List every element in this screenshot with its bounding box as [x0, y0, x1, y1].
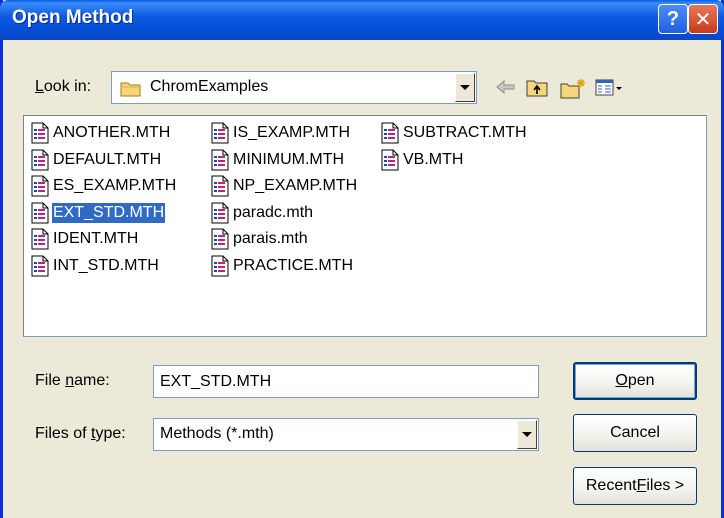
folder-icon	[120, 82, 141, 97]
close-icon: ✕	[694, 8, 712, 31]
file-item[interactable]: VB.MTH	[380, 148, 464, 172]
new-folder-icon[interactable]	[560, 78, 586, 100]
up-folder-icon[interactable]	[526, 78, 550, 98]
file-name-label: File name:	[35, 372, 110, 389]
method-file-icon	[31, 255, 49, 276]
files-of-type-dropdown-button[interactable]	[517, 420, 537, 449]
file-item[interactable]: parais.mth	[210, 227, 309, 251]
look-in-label: Look in:	[35, 78, 92, 95]
file-item[interactable]: PRACTICE.MTH	[210, 254, 354, 278]
method-file-icon	[31, 175, 49, 197]
method-file-icon	[211, 175, 229, 197]
method-file-icon	[211, 228, 229, 250]
method-file-icon	[211, 122, 229, 144]
file-name-text: ANOTHER.MTH	[53, 124, 171, 141]
recent-files-button[interactable]: Recent Files >	[573, 467, 697, 505]
files-of-type-label: Files of type:	[35, 425, 126, 442]
method-file-icon	[381, 122, 399, 144]
file-item[interactable]: INT_STD.MTH	[30, 254, 160, 278]
method-file-icon	[31, 228, 49, 250]
cancel-button[interactable]: Cancel	[573, 414, 697, 452]
file-name-text: SUBTRACT.MTH	[403, 124, 527, 141]
file-name-text: IDENT.MTH	[53, 230, 139, 247]
file-list[interactable]: ANOTHER.MTH DEFAULT.MTH ES_EXAMP.MTH EXT_ST…	[23, 115, 707, 337]
title-bar[interactable]: Open Method ? ✕	[0, 0, 724, 40]
help-button[interactable]: ?	[658, 4, 688, 34]
open-button[interactable]: Open	[573, 362, 697, 400]
chevron-down-icon	[522, 432, 532, 437]
file-item[interactable]: ANOTHER.MTH	[30, 121, 171, 145]
file-item[interactable]: EXT_STD.MTH	[30, 201, 166, 225]
close-button[interactable]: ✕	[688, 4, 718, 34]
files-of-type-dropdown[interactable]: Methods (*.mth)	[153, 418, 539, 451]
file-item[interactable]: IS_EXAMP.MTH	[210, 121, 351, 145]
method-file-icon	[211, 149, 229, 170]
look-in-dropdown[interactable]: ChromExamples	[111, 71, 477, 104]
file-name-text: ES_EXAMP.MTH	[53, 177, 177, 194]
file-name-text: paradc.mth	[233, 203, 314, 221]
back-arrow-icon[interactable]	[495, 78, 517, 96]
file-item[interactable]: SUBTRACT.MTH	[380, 121, 528, 145]
file-name-text: VB.MTH	[403, 150, 464, 168]
file-item[interactable]: NP_EXAMP.MTH	[210, 174, 358, 198]
file-name-text: NP_EXAMP.MTH	[233, 177, 358, 194]
method-file-icon	[31, 149, 49, 170]
method-file-icon	[211, 202, 229, 223]
file-name-text: IS_EXAMP.MTH	[233, 124, 351, 141]
view-menu-icon[interactable]	[595, 78, 623, 98]
file-name-text: MINIMUM.MTH	[233, 150, 345, 168]
file-item[interactable]: paradc.mth	[210, 201, 314, 225]
file-item[interactable]: ES_EXAMP.MTH	[30, 174, 177, 198]
file-name-input[interactable]: EXT_STD.MTH	[153, 365, 539, 398]
method-file-icon	[31, 202, 49, 223]
file-name-text: EXT_STD.MTH	[52, 202, 166, 223]
chevron-down-icon	[460, 85, 470, 90]
file-name-text: INT_STD.MTH	[53, 256, 159, 274]
file-name-text: parais.mth	[233, 230, 308, 247]
file-item[interactable]: IDENT.MTH	[30, 227, 139, 251]
method-file-icon	[211, 255, 229, 276]
open-method-dialog: Open Method ? ✕ Look in: ChromExamples A…	[0, 0, 724, 518]
file-item[interactable]: MINIMUM.MTH	[210, 148, 345, 172]
files-of-type-value: Methods (*.mth)	[160, 425, 274, 442]
look-in-value: ChromExamples	[150, 78, 269, 95]
file-name-text: PRACTICE.MTH	[233, 256, 353, 274]
window-title: Open Method	[12, 7, 134, 28]
help-icon: ?	[666, 7, 680, 30]
file-name-text: DEFAULT.MTH	[53, 150, 162, 168]
look-in-dropdown-button[interactable]	[455, 73, 475, 102]
method-file-icon	[381, 149, 399, 170]
file-item[interactable]: DEFAULT.MTH	[30, 148, 162, 172]
method-file-icon	[31, 122, 49, 144]
